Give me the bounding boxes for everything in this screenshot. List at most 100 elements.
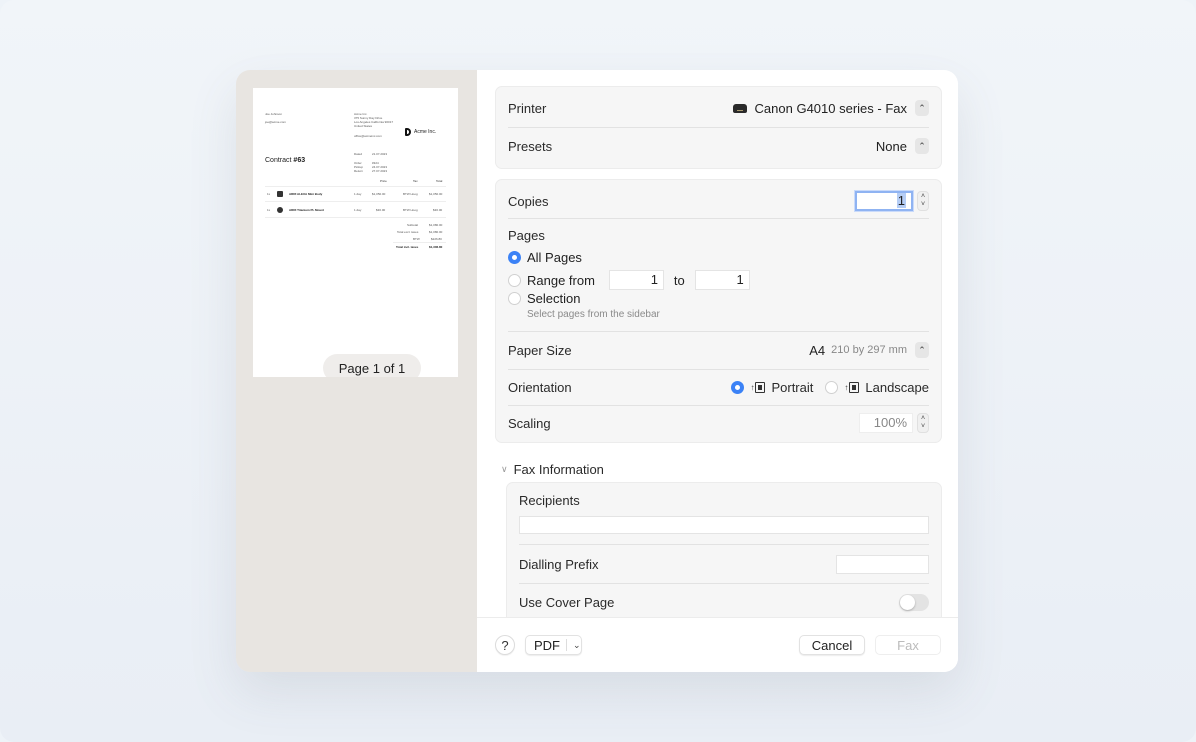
orientation-options: ↑ Portrait ↑ Landscape bbox=[731, 380, 929, 395]
pages-label: Pages bbox=[508, 228, 545, 243]
range-from-input[interactable]: 1 bbox=[608, 270, 664, 290]
doc-title-number: #63 bbox=[293, 157, 306, 164]
copies-row: Copies 1 ˄ ˅ bbox=[508, 190, 929, 212]
use-cover-page-label: Use Cover Page bbox=[519, 594, 615, 610]
radio-unselected-icon[interactable] bbox=[825, 380, 839, 394]
stepper-up-icon[interactable]: ˄ bbox=[921, 415, 925, 423]
radio-selected-icon[interactable] bbox=[508, 251, 521, 264]
presets-select[interactable]: None ⌃ bbox=[876, 138, 929, 154]
portrait-icon: ↑ bbox=[750, 381, 766, 393]
doc-total-label: BTW bbox=[413, 237, 420, 241]
doc-col-total: Total bbox=[436, 179, 443, 183]
portrait-label: Portrait bbox=[771, 379, 814, 395]
doc-item-total: $1,050.00 bbox=[429, 192, 443, 196]
pdf-menu-button[interactable]: PDF ⌄ bbox=[525, 635, 582, 655]
doc-meta-label: Return bbox=[354, 169, 364, 173]
doc-company-address-3: United States bbox=[354, 124, 373, 128]
cancel-button[interactable]: Cancel bbox=[799, 635, 865, 655]
fax-button[interactable]: Fax bbox=[875, 635, 941, 655]
divider bbox=[519, 544, 929, 545]
doc-item-total: $30.00 bbox=[433, 208, 443, 212]
doc-item-name: ARRI Titanium PL Mount bbox=[289, 208, 325, 212]
doc-col-tax: Tax bbox=[413, 179, 418, 183]
presets-value: None bbox=[875, 138, 907, 154]
up-down-chevron-icon: ⌃ bbox=[915, 100, 929, 116]
copies-input[interactable]: 1 bbox=[855, 191, 913, 211]
page-thumbnail[interactable]: Joe Johnson joe@acme.com Acme Inc. 375 S… bbox=[253, 88, 458, 377]
recipients-input[interactable] bbox=[519, 516, 929, 534]
chevron-down-icon: ∨ bbox=[501, 464, 508, 474]
divider bbox=[508, 127, 929, 128]
settings-scroll-area[interactable]: Printer Canon G4010 series - Fax ⌃ Prese… bbox=[477, 70, 958, 617]
copies-label: Copies bbox=[508, 193, 549, 209]
pages-option-selection-label: Selection bbox=[527, 291, 581, 306]
doc-divider bbox=[393, 242, 446, 243]
radio-unselected-icon[interactable] bbox=[508, 273, 521, 287]
scaling-stepper[interactable]: ˄ ˅ bbox=[917, 413, 929, 433]
doc-total-value: $1,080.00 bbox=[429, 230, 443, 234]
paper-size-select[interactable]: A4 210 by 297 mm ⌃ bbox=[809, 342, 929, 358]
pages-option-range[interactable]: Range from 1 to 1 bbox=[508, 270, 750, 290]
dialling-prefix-input[interactable] bbox=[836, 554, 929, 574]
doc-customer-email: joe@acme.com bbox=[265, 120, 286, 124]
help-button[interactable]: ? bbox=[495, 635, 515, 655]
fax-information-toggle[interactable]: ∨ Fax Information bbox=[501, 462, 604, 477]
doc-item-qty: 1x bbox=[267, 192, 271, 196]
printer-select[interactable]: Canon G4010 series - Fax ⌃ bbox=[732, 100, 929, 116]
printer-icon bbox=[732, 103, 747, 113]
preview-sidebar: Joe Johnson joe@acme.com Acme Inc. 375 S… bbox=[236, 70, 477, 672]
up-down-chevron-icon: ⌃ bbox=[915, 138, 929, 154]
doc-meta-value: 27.07.2023 bbox=[372, 169, 388, 173]
doc-divider bbox=[265, 217, 446, 218]
paper-size-value: A4 bbox=[809, 342, 826, 358]
doc-item-price: $30.00 bbox=[376, 208, 386, 212]
copies-value: 1 bbox=[896, 193, 906, 208]
page-indicator: Page 1 of 1 bbox=[323, 354, 421, 377]
doc-customer-name: Joe Johnson bbox=[265, 112, 283, 116]
dialog-footer: ? PDF ⌄ Cancel Fax bbox=[477, 617, 958, 672]
radio-selected-icon[interactable] bbox=[731, 380, 745, 394]
doc-item-tax: BTW Hoog bbox=[403, 192, 418, 196]
stepper-down-icon[interactable]: ˅ bbox=[921, 423, 925, 431]
printer-group: Printer Canon G4010 series - Fax ⌃ Prese… bbox=[495, 86, 942, 169]
divider bbox=[508, 405, 929, 406]
fax-information-label: Fax Information bbox=[513, 462, 604, 477]
landscape-label: Landscape bbox=[865, 379, 929, 395]
mount-thumbnail bbox=[277, 207, 283, 213]
doc-total-value: $1,080.00 bbox=[429, 223, 443, 227]
divider bbox=[508, 331, 929, 332]
stepper-down-icon[interactable]: ˅ bbox=[921, 201, 925, 209]
printer-row: Printer Canon G4010 series - Fax ⌃ bbox=[508, 98, 929, 118]
orientation-landscape[interactable]: ↑ Landscape bbox=[825, 380, 929, 395]
chevron-down-icon: ⌄ bbox=[573, 639, 581, 650]
scaling-row: Scaling 100% ˄ ˅ bbox=[508, 412, 929, 434]
doc-item-price: $1,050.00 bbox=[372, 192, 386, 196]
stepper-up-icon[interactable]: ˄ bbox=[921, 193, 925, 201]
orientation-row: Orientation ↑ Portrait ↑ Landscape bbox=[508, 376, 929, 398]
divider bbox=[508, 218, 929, 219]
pages-option-all-label: All Pages bbox=[527, 250, 582, 265]
presets-row: Presets None ⌃ bbox=[508, 136, 929, 156]
doc-item-tax: BTW Hoog bbox=[403, 208, 418, 212]
radio-unselected-icon[interactable] bbox=[508, 292, 521, 305]
doc-item-duration: 1 day bbox=[354, 208, 362, 212]
landscape-icon: ↑ bbox=[844, 381, 860, 393]
range-to-input[interactable]: 1 bbox=[694, 270, 750, 290]
scaling-label: Scaling bbox=[508, 415, 551, 431]
settings-panel: Printer Canon G4010 series - Fax ⌃ Prese… bbox=[477, 70, 958, 672]
doc-logo: Acme Inc. bbox=[405, 128, 436, 136]
paper-size-detail: 210 by 297 mm bbox=[831, 344, 907, 356]
use-cover-page-toggle[interactable] bbox=[899, 593, 929, 611]
pages-option-all[interactable]: All Pages bbox=[508, 250, 582, 265]
copies-stepper[interactable]: ˄ ˅ bbox=[917, 191, 929, 211]
acme-logo-icon bbox=[405, 128, 411, 136]
dialling-prefix-label: Dialling Prefix bbox=[519, 556, 599, 572]
orientation-portrait[interactable]: ↑ Portrait bbox=[731, 380, 813, 395]
range-to-label: to bbox=[673, 272, 685, 288]
document-preview: Joe Johnson joe@acme.com Acme Inc. 375 S… bbox=[253, 88, 458, 377]
scaling-input[interactable]: 100% bbox=[859, 413, 913, 433]
camera-thumbnail bbox=[277, 191, 283, 197]
paper-size-label: Paper Size bbox=[508, 342, 572, 358]
pages-option-selection[interactable]: Selection bbox=[508, 291, 580, 306]
doc-divider bbox=[265, 186, 446, 187]
